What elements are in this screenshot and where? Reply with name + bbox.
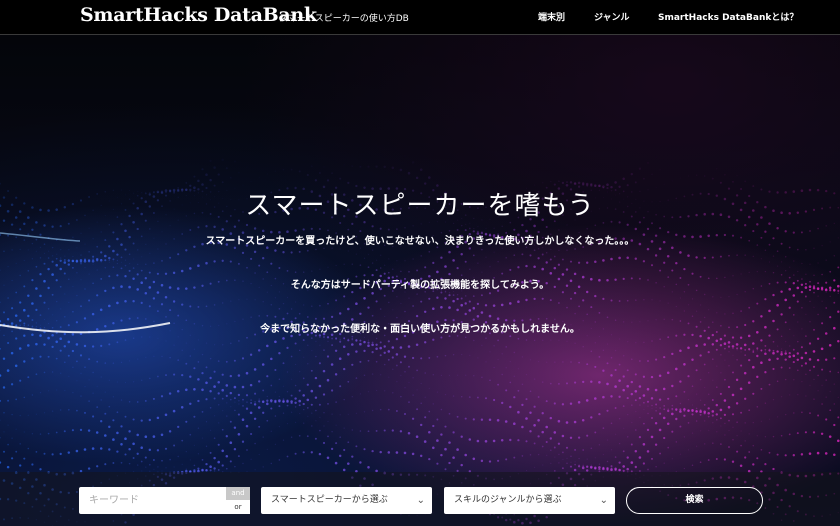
toggle-or-option[interactable]: or [226, 500, 250, 514]
nav-item-about[interactable]: SmartHacks DataBankとは？ [658, 10, 798, 23]
search-bar: and or スマートスピーカーから選ぶ ⌄ スキルのジャンルから選ぶ ⌄ 検索 [0, 472, 840, 526]
site-tagline: スマートスピーカーの使い方DB [279, 14, 409, 24]
chevron-down-icon: ⌄ [416, 495, 425, 506]
hero-text-line-2: そんな方はサードパーティ製の拡張機能を探してみよう。 [290, 280, 550, 291]
hero-text-line-3: 今まで知らなかった便利な・面白い使い方が見つかるかもしれません。 [260, 324, 580, 335]
hero-section: スマートスピーカーを嗜もう スマートスピーカーを買ったけど、使いこなせない、決ま… [0, 35, 840, 526]
keyword-input[interactable] [79, 487, 219, 514]
keyword-field[interactable] [79, 487, 226, 514]
hero-title: スマートスピーカーを嗜もう [245, 191, 595, 221]
genre-select-label: スキルのジャンルから選ぶ [454, 495, 562, 505]
nav-item-device[interactable]: 端末別 [538, 10, 565, 23]
hero-text-line-1: スマートスピーカーを買ったけど、使いこなせない、決まりきった使い方しかしなくなっ… [205, 236, 635, 247]
speaker-select-label: スマートスピーカーから選ぶ [271, 495, 388, 505]
and-or-toggle[interactable]: and or [226, 487, 250, 514]
nav-item-genre[interactable]: ジャンル [594, 10, 630, 23]
search-button[interactable]: 検索 [626, 487, 763, 514]
toggle-and-option[interactable]: and [226, 487, 250, 500]
chevron-down-icon: ⌄ [599, 495, 608, 506]
site-header: SmartHacks DataBank スマートスピーカーの使い方DB 端末別 … [0, 0, 840, 35]
genre-select[interactable]: スキルのジャンルから選ぶ ⌄ [444, 487, 615, 514]
speaker-select[interactable]: スマートスピーカーから選ぶ ⌄ [261, 487, 432, 514]
